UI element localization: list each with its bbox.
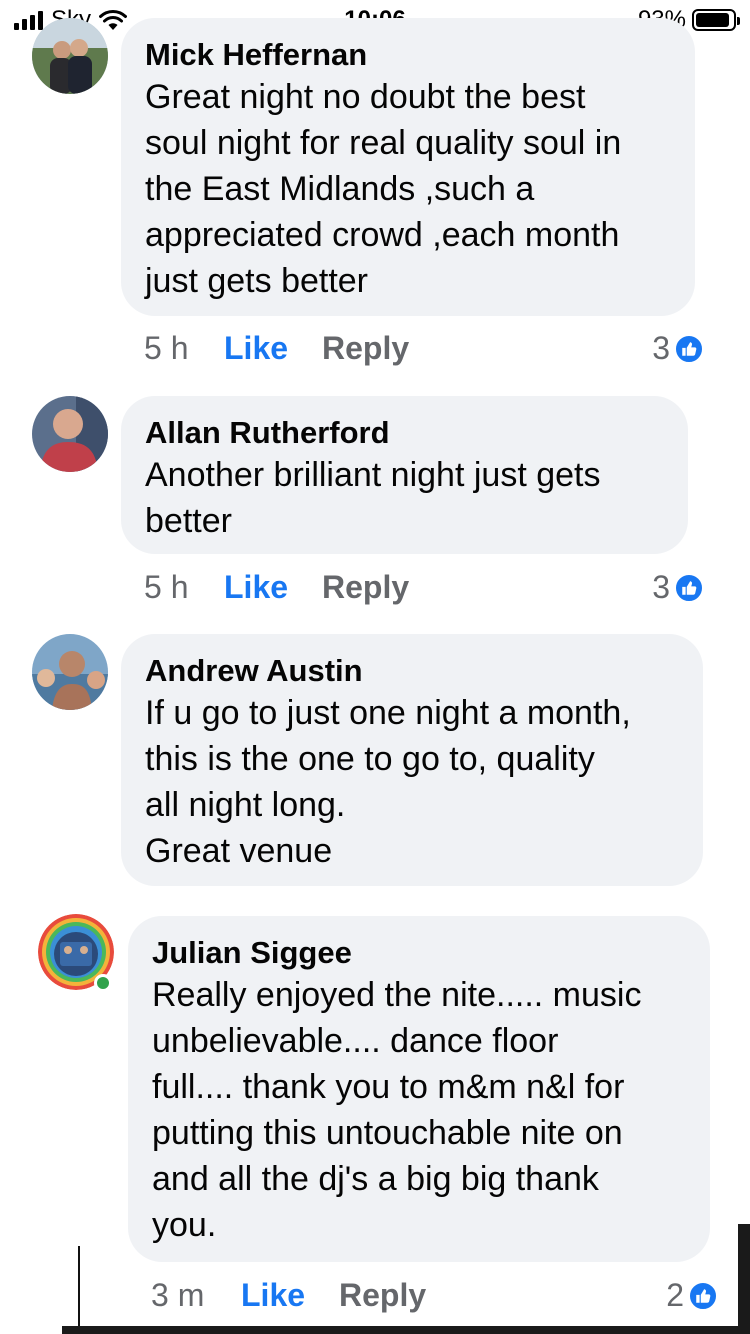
reaction-summary[interactable]: 3 [652, 330, 704, 367]
screenshot-edge [62, 1326, 738, 1334]
comment-time[interactable]: 5 h [144, 569, 224, 606]
comment-bubble: Andrew Austin If u go to just one night … [121, 634, 703, 886]
comment-bubble: Allan Rutherford Another brilliant night… [121, 396, 688, 554]
like-button[interactable]: Like [224, 569, 322, 606]
reply-button[interactable]: Reply [339, 1277, 426, 1314]
battery-fill [696, 13, 730, 27]
screenshot-edge [78, 1246, 80, 1334]
comment-author[interactable]: Mick Heffernan [145, 36, 671, 74]
comment-text: Another brilliant night just gets better [145, 456, 601, 540]
thumbs-up-icon [688, 1280, 718, 1311]
reaction-count: 2 [666, 1277, 684, 1313]
comment-text: Really enjoyed the nite..... music unbel… [152, 976, 642, 1244]
reaction-summary[interactable]: 3 [652, 569, 704, 606]
avatar[interactable] [32, 18, 108, 94]
comment-author[interactable]: Allan Rutherford [145, 414, 664, 452]
comment-author[interactable]: Andrew Austin [145, 652, 679, 690]
comment-time[interactable]: 5 h [144, 330, 224, 367]
reaction-summary[interactable]: 2 [666, 1277, 718, 1314]
reply-button[interactable]: Reply [322, 569, 409, 606]
comment-time[interactable]: 3 m [151, 1277, 241, 1314]
like-button[interactable]: Like [241, 1277, 339, 1314]
thumbs-up-icon [674, 572, 704, 603]
battery-icon [692, 9, 740, 31]
comment-actions: 3 m Like Reply [151, 1277, 426, 1314]
comment-text: Great night no doubt the best soul night… [145, 78, 622, 300]
comment-bubble: Mick Heffernan Great night no doubt the … [121, 18, 695, 316]
screenshot-edge [738, 1224, 750, 1334]
comment-actions: 5 h Like Reply [144, 330, 409, 367]
comment-bubble: Julian Siggee Really enjoyed the nite...… [128, 916, 710, 1262]
online-status-dot [94, 974, 112, 992]
avatar[interactable] [32, 396, 108, 472]
thumbs-up-icon [674, 333, 704, 364]
reaction-count: 3 [652, 569, 670, 605]
reply-button[interactable]: Reply [322, 330, 409, 367]
avatar[interactable] [32, 634, 108, 710]
comment-author[interactable]: Julian Siggee [152, 934, 686, 972]
reaction-count: 3 [652, 330, 670, 366]
comment-actions: 5 h Like Reply [144, 569, 409, 606]
like-button[interactable]: Like [224, 330, 322, 367]
comment-text: If u go to just one night a month, this … [145, 694, 631, 870]
